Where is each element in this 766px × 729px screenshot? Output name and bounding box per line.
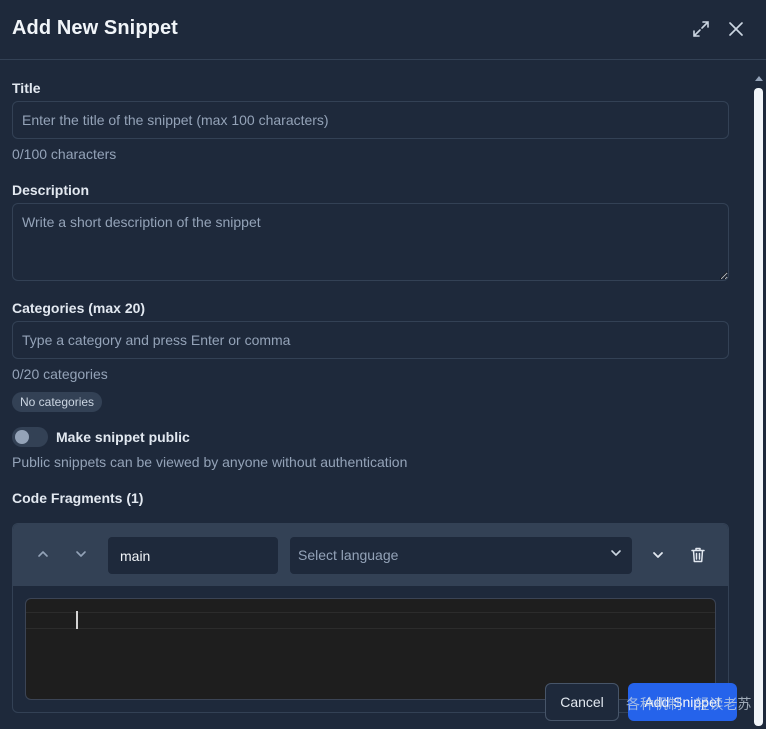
move-up-button[interactable] xyxy=(33,544,53,564)
categories-label: Categories (max 20) xyxy=(12,300,146,316)
public-toggle-label[interactable]: Make snippet public xyxy=(56,429,190,445)
close-button[interactable] xyxy=(725,18,747,40)
public-help-text: Public snippets can be viewed by anyone … xyxy=(12,454,408,470)
collapse-fragment-button[interactable] xyxy=(647,544,669,566)
code-fragments-heading: Code Fragments (1) xyxy=(12,490,144,506)
add-snippet-modal: Add New Snippet Title 0/100 characters D… xyxy=(0,0,766,729)
code-fragment: Select language xyxy=(12,523,729,713)
maximize-button[interactable] xyxy=(690,18,712,40)
modal-title: Add New Snippet xyxy=(12,17,178,39)
title-label: Title xyxy=(12,80,41,96)
chevron-down-icon xyxy=(611,550,621,556)
modal-header: Add New Snippet xyxy=(0,0,766,60)
delete-fragment-button[interactable] xyxy=(687,544,709,566)
chevron-up-icon xyxy=(38,551,48,557)
chevron-down-icon xyxy=(76,551,86,557)
trash-icon xyxy=(691,547,705,563)
text-cursor xyxy=(76,611,78,629)
title-counter: 0/100 characters xyxy=(12,146,117,162)
scroll-up-arrow[interactable] xyxy=(755,76,763,81)
fragment-toolbar: Select language xyxy=(13,524,728,586)
categories-counter: 0/20 categories xyxy=(12,366,108,382)
cancel-button[interactable]: Cancel xyxy=(545,683,619,721)
categories-input[interactable] xyxy=(12,321,729,359)
title-input[interactable] xyxy=(12,101,729,139)
toggle-knob xyxy=(15,430,29,444)
editor-active-line xyxy=(26,612,715,629)
description-textarea[interactable] xyxy=(12,203,729,281)
public-toggle[interactable] xyxy=(12,427,48,447)
description-label: Description xyxy=(12,182,90,198)
close-icon xyxy=(729,22,743,36)
language-select[interactable]: Select language xyxy=(290,537,632,574)
fragment-name-input[interactable] xyxy=(108,537,278,574)
scrollbar[interactable] xyxy=(754,76,764,729)
move-down-button[interactable] xyxy=(71,544,91,564)
scrollbar-thumb[interactable] xyxy=(754,88,763,726)
expand-icon xyxy=(693,21,709,37)
no-categories-chip: No categories xyxy=(12,392,103,412)
language-select-placeholder: Select language xyxy=(298,547,399,563)
chevron-down-icon xyxy=(653,552,663,558)
add-snippet-button[interactable]: Add Snippet xyxy=(628,683,737,721)
